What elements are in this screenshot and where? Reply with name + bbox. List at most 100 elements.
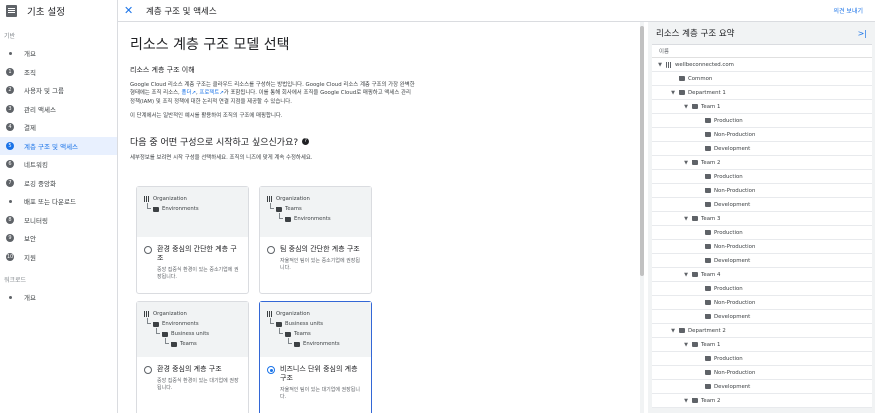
project-link[interactable]: 프로젝트 <box>199 90 219 96</box>
sidebar-item-label: 지원 <box>24 253 36 262</box>
option-description-wrap: 자율적인 팀이 있는 중소기업에 권장됩니다. <box>260 254 371 272</box>
organization-icon <box>267 196 273 202</box>
option-description: 중앙 집중식 환경이 있는 대기업에 권장됩니다. <box>157 378 239 391</box>
tree-node[interactable]: Development <box>652 142 872 156</box>
sidebar-item[interactable]: 개요 <box>0 44 117 63</box>
sidebar-item[interactable]: 1 조직 <box>0 63 117 82</box>
tree-node-label: Development <box>714 145 751 152</box>
sidebar-item[interactable]: 4 결제 <box>0 118 117 137</box>
hierarchy-option-card[interactable]: Organization Environments Business units Te… <box>136 301 249 413</box>
sidebar-item[interactable]: 5 계층 구조 및 액세스 <box>0 136 117 155</box>
sidebar-section-basic: 기반 <box>4 33 16 40</box>
tree-node[interactable]: Non-Production <box>652 184 872 198</box>
expand-arrow-icon[interactable]: ▼ <box>670 328 676 334</box>
expand-arrow-icon[interactable]: ▼ <box>657 62 663 68</box>
diagram-node-label: Business units <box>285 321 324 327</box>
sidebar-item[interactable]: 2 사용자 및 그룹 <box>0 81 117 100</box>
tree-node-label: Development <box>714 313 751 320</box>
send-feedback-link[interactable]: 의견 보내기 <box>833 6 863 15</box>
hierarchy-option-card[interactable]: Organization Environments 환경 중심의 간단한 계층 구조… <box>136 186 249 294</box>
hierarchy-option-card[interactable]: Organization Business units Teams Environme… <box>259 301 372 413</box>
hierarchy-tree: 이름 ▼ wellbeconnected.com Common ▼ Department… <box>652 44 872 408</box>
tree-node[interactable]: Non-Production <box>652 128 872 142</box>
tree-node[interactable]: ▼ wellbeconnected.com <box>652 58 872 72</box>
tree-node-label: Team 1 <box>701 341 721 348</box>
tree-node[interactable]: ▼ Team 2 <box>652 394 872 408</box>
step-number-icon: 4 <box>6 123 14 132</box>
step-number-icon: 3 <box>6 104 14 113</box>
folder-icon <box>692 272 698 277</box>
tree-node[interactable]: Common <box>652 72 872 86</box>
close-icon[interactable]: ✕ <box>124 4 142 17</box>
expand-arrow-icon[interactable]: ▼ <box>683 216 689 222</box>
tree-node-label: Team 4 <box>701 271 721 278</box>
tree-node[interactable]: Production <box>652 352 872 366</box>
folder-link[interactable]: 폴더 <box>182 90 192 96</box>
bullet-icon <box>6 293 14 301</box>
tree-node[interactable]: Development <box>652 310 872 324</box>
tree-node[interactable]: Non-Production <box>652 366 872 380</box>
organization-icon <box>144 311 150 317</box>
tree-connector <box>147 203 151 209</box>
sidebar-item[interactable]: 10 지원 <box>0 248 117 267</box>
sidebar-item[interactable]: 배포 또는 다운로드 <box>0 192 117 211</box>
expand-arrow-icon[interactable]: ▼ <box>683 104 689 110</box>
folder-icon <box>705 370 711 375</box>
collapse-panel-icon[interactable]: >| <box>858 29 867 38</box>
tree-node[interactable]: ▼ Team 3 <box>652 212 872 226</box>
expand-arrow-icon[interactable]: ▼ <box>683 342 689 348</box>
tree-node[interactable]: ▼ Team 2 <box>652 156 872 170</box>
option-radio-row[interactable]: 비즈니스 단위 중심의 계층 구조 <box>260 357 371 383</box>
option-radio[interactable] <box>144 246 152 254</box>
expand-arrow-icon[interactable]: ▼ <box>683 272 689 278</box>
sidebar-item-label: 개요 <box>24 50 36 59</box>
tree-node[interactable]: Production <box>652 226 872 240</box>
option-radio-row[interactable]: 팀 중심의 간단한 계층 구조 <box>260 237 371 254</box>
sidebar-item[interactable]: 8 모니터링 <box>0 211 117 230</box>
folder-icon <box>705 356 711 361</box>
tree-node-label: Non-Production <box>714 243 756 250</box>
hierarchy-option-card[interactable]: Organization Teams Environments 팀 중심의 간단한 계… <box>259 186 372 294</box>
sidebar-item[interactable]: 개요 <box>0 288 117 307</box>
tree-node[interactable]: ▼ Team 1 <box>652 100 872 114</box>
tree-node[interactable]: Development <box>652 380 872 394</box>
option-radio[interactable] <box>144 366 152 374</box>
main-heading: 리소스 계층 구조 모델 선택 <box>130 37 290 53</box>
diagram-node: Business units <box>144 328 248 339</box>
tree-node[interactable]: ▼ Department 2 <box>652 324 872 338</box>
sidebar-item[interactable]: 3 관리 액세스 <box>0 100 117 119</box>
tree-node[interactable]: Non-Production <box>652 240 872 254</box>
expand-arrow-icon[interactable]: ▼ <box>683 398 689 404</box>
sidebar-item[interactable]: 6 네트워킹 <box>0 155 117 174</box>
bullet-icon <box>6 197 14 205</box>
option-radio[interactable] <box>267 246 275 254</box>
help-icon[interactable]: ? <box>302 137 310 145</box>
folder-icon <box>679 76 685 81</box>
option-radio-row[interactable]: 환경 중심의 계층 구조 <box>137 357 248 374</box>
diagram-node-label: Organization <box>153 311 187 317</box>
expand-arrow-icon[interactable]: ▼ <box>683 160 689 166</box>
folder-icon <box>705 230 711 235</box>
mapping-paragraph: 이 단계에서는 일반적인 예시를 활용하여 조직의 구조에 매핑합니다. <box>130 113 283 120</box>
tree-node[interactable]: Development <box>652 198 872 212</box>
tree-connector <box>288 338 292 344</box>
scrollbar-thumb[interactable] <box>640 26 644 276</box>
tree-node[interactable]: Production <box>652 282 872 296</box>
tree-node-label: Non-Production <box>714 369 756 376</box>
question-text: 다음 중 어떤 구성으로 시작하고 싶으신가요? <box>130 137 299 148</box>
sidebar-item[interactable]: 7 로깅 중앙화 <box>0 174 117 193</box>
expand-arrow-icon[interactable]: ▼ <box>670 90 676 96</box>
option-radio-row[interactable]: 환경 중심의 간단한 계층 구조 <box>137 237 248 263</box>
tree-node[interactable]: ▼ Team 1 <box>652 338 872 352</box>
hierarchy-diagram: Organization Teams Environments <box>260 187 371 237</box>
tree-node[interactable]: Non-Production <box>652 296 872 310</box>
tree-node[interactable]: Production <box>652 114 872 128</box>
main-scrollbar[interactable] <box>640 22 644 413</box>
tree-node[interactable]: Development <box>652 254 872 268</box>
tree-node-label: Department 1 <box>688 89 726 96</box>
sidebar-item[interactable]: 9 보안 <box>0 229 117 248</box>
option-radio[interactable] <box>267 366 275 374</box>
tree-node[interactable]: ▼ Team 4 <box>652 268 872 282</box>
tree-node[interactable]: Production <box>652 170 872 184</box>
tree-node[interactable]: ▼ Department 1 <box>652 86 872 100</box>
